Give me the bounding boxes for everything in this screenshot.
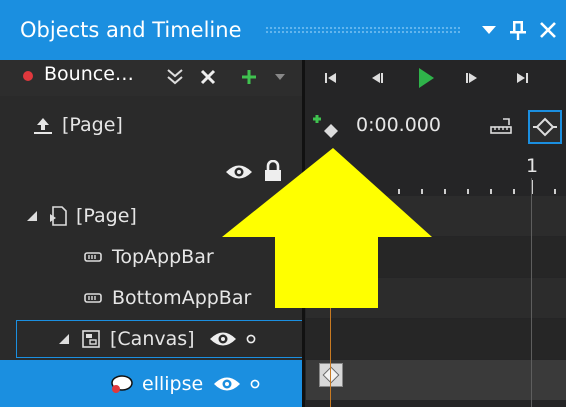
scope-up-icon — [34, 118, 52, 134]
expanded-triangle-icon[interactable] — [26, 210, 38, 222]
ruler-marker-label: 1 — [526, 155, 539, 177]
eye-icon[interactable] — [209, 330, 237, 348]
skip-back-icon — [325, 73, 336, 83]
step-back-icon — [372, 73, 383, 83]
tree-item-canvas[interactable]: [Canvas] — [0, 319, 304, 359]
ruler-tick — [554, 189, 556, 194]
ruler-tick — [375, 189, 377, 194]
objects-and-timeline-panel: Objects and Timeline Bounce… [Page] 0:00… — [0, 0, 566, 407]
tree-item-topappbar[interactable]: TopAppBar — [0, 237, 304, 277]
snapping-button[interactable] — [488, 114, 514, 140]
storyboard-options-button[interactable] — [162, 64, 188, 90]
ellipse-icon — [111, 374, 133, 393]
pin-button[interactable] — [503, 13, 533, 47]
title-bar-grip[interactable] — [265, 26, 460, 34]
tree-item-ellipse[interactable]: ellipse — [0, 360, 302, 407]
tree-item-label: [Page] — [76, 205, 137, 227]
panel-menu-button[interactable] — [474, 13, 504, 47]
new-storyboard-button[interactable] — [236, 64, 262, 90]
pin-icon — [510, 21, 526, 40]
keyframe-diamond-icon — [322, 366, 340, 384]
caret-down-icon — [482, 26, 496, 34]
storyboard-dropdown-button[interactable] — [270, 64, 290, 90]
lock-toggle-dot-icon[interactable] — [250, 379, 260, 389]
expanded-triangle-icon[interactable] — [58, 333, 70, 345]
scope-label[interactable]: [Page] — [62, 114, 123, 136]
tree-item-bottomappbar[interactable]: BottomAppBar — [0, 278, 304, 318]
recording-indicator-icon — [23, 71, 33, 81]
lock-toggle-dot-icon[interactable] — [246, 334, 256, 344]
lock-column-lock-icon[interactable] — [260, 158, 286, 184]
plus-icon — [242, 70, 256, 84]
timeline-track[interactable] — [306, 237, 566, 277]
timeline-track[interactable] — [306, 196, 566, 236]
play-button[interactable] — [413, 63, 439, 93]
next-frame-button[interactable] — [460, 63, 484, 93]
scope-up-button[interactable] — [31, 114, 55, 138]
tree-item-label: [Canvas] — [110, 328, 195, 350]
page-icon — [50, 206, 67, 226]
timeline-track-selected[interactable] — [306, 360, 566, 400]
ruler-tick — [421, 189, 423, 194]
previous-frame-button[interactable] — [365, 63, 389, 93]
ruler-tick — [513, 189, 515, 194]
add-keyframe-icon — [313, 115, 338, 138]
eye-icon[interactable] — [213, 375, 241, 393]
show-timeline-button[interactable] — [528, 110, 562, 144]
double-chevron-down-icon — [167, 69, 183, 85]
keyframe-marker[interactable] — [319, 363, 343, 387]
visibility-column-eye-icon[interactable] — [224, 160, 254, 184]
record-keyframe-button[interactable] — [312, 113, 344, 141]
timeline-marker-line — [531, 178, 532, 407]
timeline-track[interactable] — [306, 319, 566, 359]
ruler-tick — [352, 189, 354, 194]
caret-down-icon — [275, 74, 285, 80]
close-panel-button[interactable] — [533, 13, 563, 47]
first-frame-button[interactable] — [319, 63, 343, 93]
snap-ruler-icon — [490, 118, 512, 134]
tree-item-label: ellipse — [142, 372, 204, 395]
timecode-display[interactable]: 0:00.000 — [356, 114, 441, 136]
tree-item-label: TopAppBar — [112, 246, 214, 268]
keyframe-timeline-icon — [533, 117, 557, 137]
ruler-tick — [444, 189, 446, 194]
column-splitter[interactable] — [302, 60, 305, 407]
canvas-icon — [82, 330, 100, 348]
timeline-track[interactable] — [306, 278, 566, 318]
close-icon — [540, 22, 556, 38]
playhead-line[interactable] — [330, 156, 331, 407]
appbar-icon — [84, 252, 102, 262]
panel-title: Objects and Timeline — [20, 18, 242, 42]
last-frame-button[interactable] — [510, 63, 534, 93]
time-ruler[interactable] — [306, 178, 566, 194]
ruler-tick — [490, 189, 492, 194]
ruler-tick — [467, 189, 469, 194]
storyboard-name[interactable]: Bounce… — [44, 63, 134, 85]
play-icon — [419, 68, 434, 88]
tree-item-page[interactable]: [Page] — [0, 196, 304, 236]
close-storyboard-button[interactable] — [195, 64, 221, 90]
skip-forward-icon — [517, 73, 528, 83]
ruler-tick — [398, 189, 400, 194]
appbar-icon — [84, 293, 102, 303]
close-icon — [200, 69, 216, 85]
tree-item-label: BottomAppBar — [112, 287, 252, 309]
step-forward-icon — [466, 73, 477, 83]
ruler-tick — [306, 189, 308, 194]
